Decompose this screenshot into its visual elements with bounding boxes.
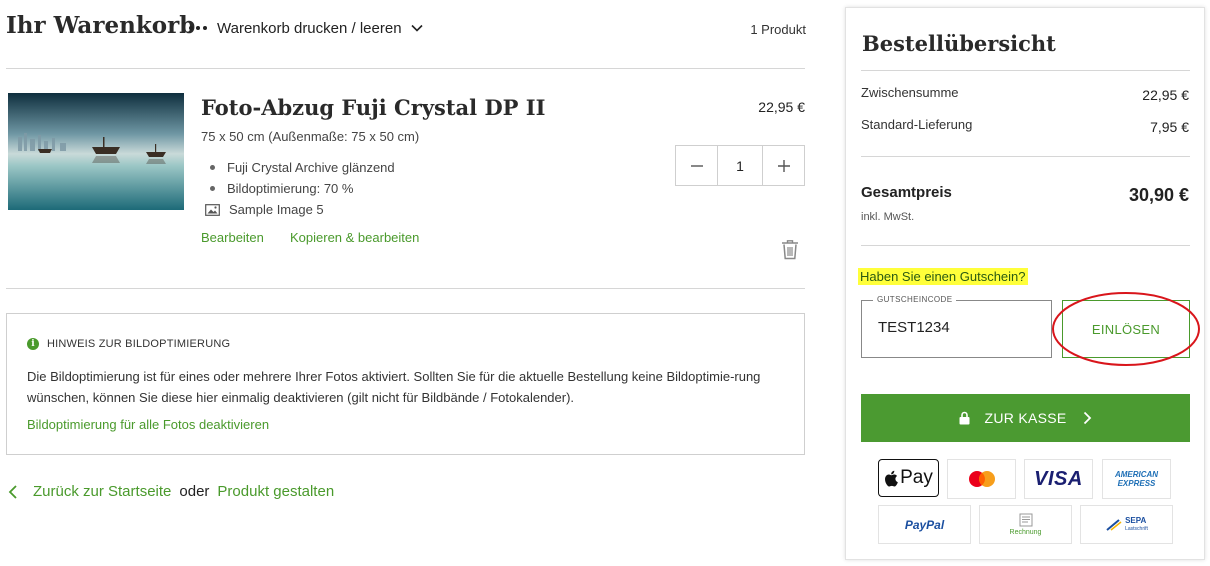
product-title[interactable]: Foto-Abzug Fuji Crystal DP II bbox=[201, 95, 545, 120]
print-clear-label: Warenkorb drucken / leeren bbox=[217, 19, 402, 37]
product-thumbnail[interactable] bbox=[8, 93, 184, 210]
total-label: Gesamtpreis bbox=[861, 184, 952, 201]
more-dots-icon bbox=[189, 26, 207, 30]
product-size: 75 x 50 cm (Außenmaße: 75 x 50 cm) bbox=[201, 129, 420, 144]
checkout-label: ZUR KASSE bbox=[984, 410, 1067, 426]
order-summary-panel: Bestellübersicht Zwischensumme 22,95 € S… bbox=[845, 7, 1205, 560]
spec-item: Sample Image 5 bbox=[205, 199, 395, 220]
shipping-value: 7,95 € bbox=[1150, 119, 1189, 135]
invoice-text: Rechnung bbox=[1009, 529, 1042, 536]
image-name: Sample Image 5 bbox=[229, 202, 324, 217]
amex-logo: AMERICAN EXPRESS bbox=[1102, 459, 1171, 499]
invoice-logo: Rechnung bbox=[979, 505, 1072, 544]
apple-icon bbox=[885, 470, 898, 486]
increase-button[interactable] bbox=[763, 146, 804, 185]
item-price: 22,95 € bbox=[758, 99, 805, 115]
mastercard-icon bbox=[968, 471, 995, 487]
subtotal-label: Zwischensumme bbox=[861, 85, 959, 100]
voucher-question: Haben Sie einen Gutschein? bbox=[858, 268, 1028, 285]
bullet bbox=[210, 165, 215, 170]
footer-links: Zurück zur Startseite oder Produkt gesta… bbox=[7, 483, 334, 500]
paypal-text: PayPal bbox=[904, 517, 945, 532]
edit-link[interactable]: Bearbeiten bbox=[201, 230, 264, 245]
mastercard-logo bbox=[947, 459, 1016, 499]
product-count: 1 Produkt bbox=[750, 22, 806, 37]
image-optimization-note: i HINWEIS ZUR BILDOPTIMIERUNG Die Bildop… bbox=[6, 313, 805, 455]
amex-text: AMERICAN EXPRESS bbox=[1114, 470, 1159, 488]
redeem-button[interactable]: EINLÖSEN bbox=[1062, 300, 1190, 358]
note-title: HINWEIS ZUR BILDOPTIMIERUNG bbox=[47, 338, 231, 350]
chevron-left-icon[interactable] bbox=[7, 484, 19, 500]
image-icon bbox=[205, 203, 220, 216]
quantity-value[interactable]: 1 bbox=[717, 146, 763, 185]
total-value: 30,90 € bbox=[1128, 185, 1189, 205]
copy-edit-link[interactable]: Kopieren & bearbeiten bbox=[290, 230, 419, 245]
invoice-icon bbox=[1019, 513, 1032, 527]
print-clear-dropdown[interactable]: Warenkorb drucken / leeren bbox=[189, 17, 424, 39]
sepa-logo: SEPA Lastschrift bbox=[1080, 505, 1173, 544]
checkout-button[interactable]: ZUR KASSE bbox=[861, 394, 1190, 442]
coupon-label: GUTSCHEINCODE bbox=[873, 295, 957, 304]
summary-title: Bestellübersicht bbox=[862, 31, 1056, 56]
visa-logo: VISA bbox=[1024, 459, 1093, 499]
disable-optimization-link[interactable]: Bildoptimierung für alle Fotos deaktivie… bbox=[27, 417, 269, 432]
info-icon: i bbox=[27, 338, 39, 350]
subtotal-value: 22,95 € bbox=[1142, 87, 1189, 103]
paypal-logo: PayPal bbox=[878, 505, 971, 544]
divider bbox=[861, 70, 1190, 71]
decrease-button[interactable] bbox=[676, 146, 717, 185]
spec-item: Fuji Crystal Archive glänzend bbox=[205, 157, 395, 178]
shipping-label: Standard-Lieferung bbox=[861, 117, 973, 132]
cart-header: Ihr Warenkorb Warenkorb drucken / leeren… bbox=[6, 12, 806, 44]
back-to-home-link[interactable]: Zurück zur Startseite bbox=[33, 483, 171, 500]
or-text: oder bbox=[179, 483, 210, 500]
visa-text: VISA bbox=[1034, 467, 1083, 490]
divider bbox=[861, 245, 1190, 246]
plus-icon bbox=[777, 159, 790, 172]
divider bbox=[861, 156, 1190, 157]
coupon-field[interactable]: GUTSCHEINCODE bbox=[861, 295, 1052, 358]
product-specs: Fuji Crystal Archive glänzend Bildoptimi… bbox=[205, 157, 395, 220]
sepa-icon bbox=[1106, 518, 1122, 531]
bullet bbox=[210, 186, 215, 191]
lock-icon bbox=[959, 411, 970, 425]
trash-icon[interactable] bbox=[781, 239, 799, 260]
spec-item: Bildoptimierung: 70 % bbox=[205, 178, 395, 199]
quantity-stepper[interactable]: 1 bbox=[675, 145, 805, 186]
note-body: Die Bildoptimierung ist für eines oder m… bbox=[27, 369, 761, 405]
applepay-text: Pay bbox=[900, 467, 933, 488]
note-header: i HINWEIS ZUR BILDOPTIMIERUNG bbox=[27, 338, 230, 350]
design-product-link[interactable]: Produkt gestalten bbox=[217, 483, 334, 500]
minus-icon bbox=[690, 164, 703, 167]
vat-note: inkl. MwSt. bbox=[861, 211, 915, 223]
chevron-down-icon bbox=[410, 24, 423, 32]
sepa-text: SEPA Lastschrift bbox=[1125, 515, 1148, 532]
applepay-logo: Pay bbox=[878, 459, 939, 497]
chevron-right-icon bbox=[1083, 411, 1091, 425]
divider bbox=[6, 68, 805, 69]
divider bbox=[6, 288, 805, 289]
cart-title: Ihr Warenkorb bbox=[6, 12, 196, 39]
coupon-input[interactable] bbox=[878, 319, 1038, 336]
